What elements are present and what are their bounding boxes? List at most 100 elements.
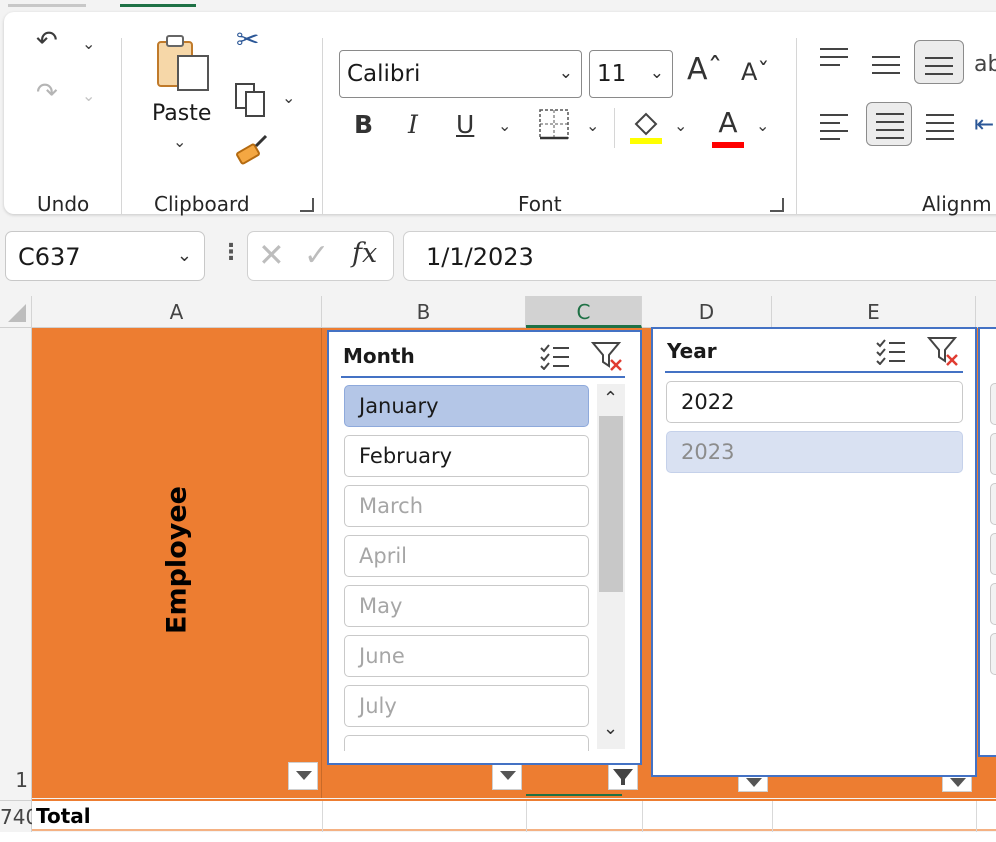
undo-icon[interactable]: ↶ [36, 28, 58, 54]
slicer-item-june[interactable]: June [344, 635, 589, 677]
select-all-corner[interactable] [0, 296, 32, 328]
slicer-item-may[interactable]: May [344, 585, 589, 627]
cell-border [322, 801, 323, 833]
fill-color-chevron-icon[interactable]: ⌄ [674, 118, 687, 134]
copy-icon[interactable] [234, 82, 270, 118]
multi-select-icon[interactable] [875, 337, 907, 366]
slicer-item-january[interactable]: January [344, 385, 589, 427]
more-options-icon[interactable]: ⋮ [220, 240, 242, 265]
filter-dropdown-c-active[interactable] [608, 762, 638, 790]
cell-border [642, 801, 643, 833]
font-name-value: Calibri [347, 61, 421, 87]
cell-a1[interactable]: Employee [32, 328, 322, 798]
slicer-year[interactable]: Year 2022 2023 [651, 327, 977, 777]
filter-dropdown-b[interactable] [492, 762, 522, 790]
column-header-a[interactable]: A [32, 296, 322, 328]
slicer-item-april[interactable]: April [344, 535, 589, 577]
name-box-chevron-icon[interactable]: ⌄ [177, 245, 192, 266]
align-left-icon[interactable] [820, 114, 848, 146]
redo-icon[interactable]: ↷ [36, 80, 58, 106]
slicer-item-2022[interactable]: 2022 [666, 381, 963, 423]
underline-chevron-icon[interactable]: ⌄ [498, 118, 511, 134]
filter-dropdown-a[interactable] [288, 762, 318, 790]
chevron-down-icon [500, 771, 516, 780]
chevron-down-icon [296, 771, 312, 780]
borders-icon[interactable] [538, 108, 570, 140]
decrease-indent-icon[interactable]: ⇤ [974, 110, 994, 138]
cell-total-label[interactable]: Total [36, 804, 91, 828]
slicer-header-rule [341, 376, 625, 378]
cut-icon[interactable]: ✂ [236, 26, 259, 54]
slicer-item-july[interactable]: July [344, 685, 589, 727]
slicer-item-2023[interactable]: 2023 [666, 431, 963, 473]
scroll-down-icon[interactable]: ⌄ [603, 718, 618, 739]
cancel-icon[interactable]: ✕ [258, 236, 285, 274]
font-size-chevron-icon[interactable]: ⌄ [650, 63, 664, 83]
orientation-icon[interactable]: ab [974, 52, 996, 77]
slicer-month[interactable]: Month January February March April May J… [327, 330, 642, 765]
copy-dropdown-chevron-icon[interactable]: ⌄ [282, 90, 295, 106]
row-headers: 1 740 [0, 328, 38, 842]
cell-border [772, 801, 773, 833]
fill-color-icon[interactable] [628, 106, 664, 146]
increase-font-size-icon[interactable]: Aˆ [687, 52, 723, 87]
insert-function-button[interactable]: fx [352, 238, 377, 269]
align-bottom-button[interactable] [914, 40, 964, 84]
row-next [0, 832, 996, 842]
employee-header-text: Employee [161, 486, 193, 634]
slicer-third-partial[interactable] [978, 327, 996, 757]
clear-filter-icon[interactable] [926, 335, 961, 367]
name-box[interactable]: C637 ⌄ [5, 231, 205, 281]
bold-button[interactable]: B [354, 110, 373, 139]
formula-input[interactable]: 1/1/2023 [403, 231, 996, 281]
slicer-header-rule [665, 371, 963, 373]
clipboard-dialog-launcher-icon[interactable] [300, 198, 314, 212]
font-dialog-launcher-icon[interactable] [770, 198, 784, 212]
scroll-up-icon[interactable]: ⌃ [603, 388, 618, 409]
paste-button[interactable]: Paste [152, 101, 211, 126]
redo-dropdown-chevron-icon[interactable]: ⌄ [82, 88, 95, 104]
column-header-d[interactable]: D [642, 296, 772, 328]
multi-select-icon[interactable] [539, 342, 571, 371]
slicer-item-partial[interactable] [990, 533, 996, 575]
slicer-item-february[interactable]: February [344, 435, 589, 477]
slicer-scrollbar[interactable]: ⌃ ⌄ [597, 384, 625, 749]
font-name-combobox[interactable]: Calibri ⌄ [339, 50, 582, 98]
format-painter-icon[interactable] [234, 132, 270, 168]
slicer-item-partial[interactable] [344, 735, 589, 751]
font-name-chevron-icon[interactable]: ⌄ [559, 63, 573, 83]
font-size-combobox[interactable]: 11 ⌄ [589, 50, 673, 98]
slicer-month-title: Month [343, 344, 415, 368]
paste-dropdown-chevron-icon[interactable]: ⌄ [173, 134, 186, 150]
row-header-740[interactable]: 740 [0, 800, 38, 832]
font-color-icon[interactable]: A [710, 106, 746, 150]
slicer-item-partial[interactable] [990, 433, 996, 475]
scroll-thumb[interactable] [599, 416, 623, 592]
column-header-c[interactable]: C [526, 296, 642, 328]
enter-icon[interactable]: ✓ [304, 238, 329, 273]
underline-button[interactable]: U [456, 110, 474, 139]
slicer-item-partial[interactable] [990, 583, 996, 625]
column-header-b[interactable]: B [322, 296, 526, 328]
column-header-e[interactable]: E [772, 296, 976, 328]
align-center-button[interactable] [866, 102, 912, 146]
italic-button[interactable]: I [408, 110, 418, 139]
borders-chevron-icon[interactable]: ⌄ [586, 118, 599, 134]
slicer-item-march[interactable]: March [344, 485, 589, 527]
clear-filter-icon[interactable] [590, 340, 625, 372]
formula-value: 1/1/2023 [426, 243, 534, 271]
font-color-chevron-icon[interactable]: ⌄ [756, 118, 769, 134]
slicer-item-partial[interactable] [990, 383, 996, 425]
tab-indicator-inactive [8, 4, 86, 7]
cell-border [526, 801, 527, 833]
row-header-1[interactable]: 1 [0, 768, 32, 798]
decrease-font-size-icon[interactable]: Aˇ [741, 58, 769, 86]
tab-indicator-active[interactable] [120, 4, 196, 7]
slicer-item-partial[interactable] [990, 483, 996, 525]
paste-icon[interactable] [154, 32, 212, 92]
align-middle-icon[interactable] [872, 56, 900, 80]
undo-dropdown-chevron-icon[interactable]: ⌄ [82, 36, 95, 52]
align-top-icon[interactable] [820, 48, 848, 72]
slicer-item-partial[interactable] [990, 633, 996, 675]
align-right-icon[interactable] [926, 114, 954, 146]
